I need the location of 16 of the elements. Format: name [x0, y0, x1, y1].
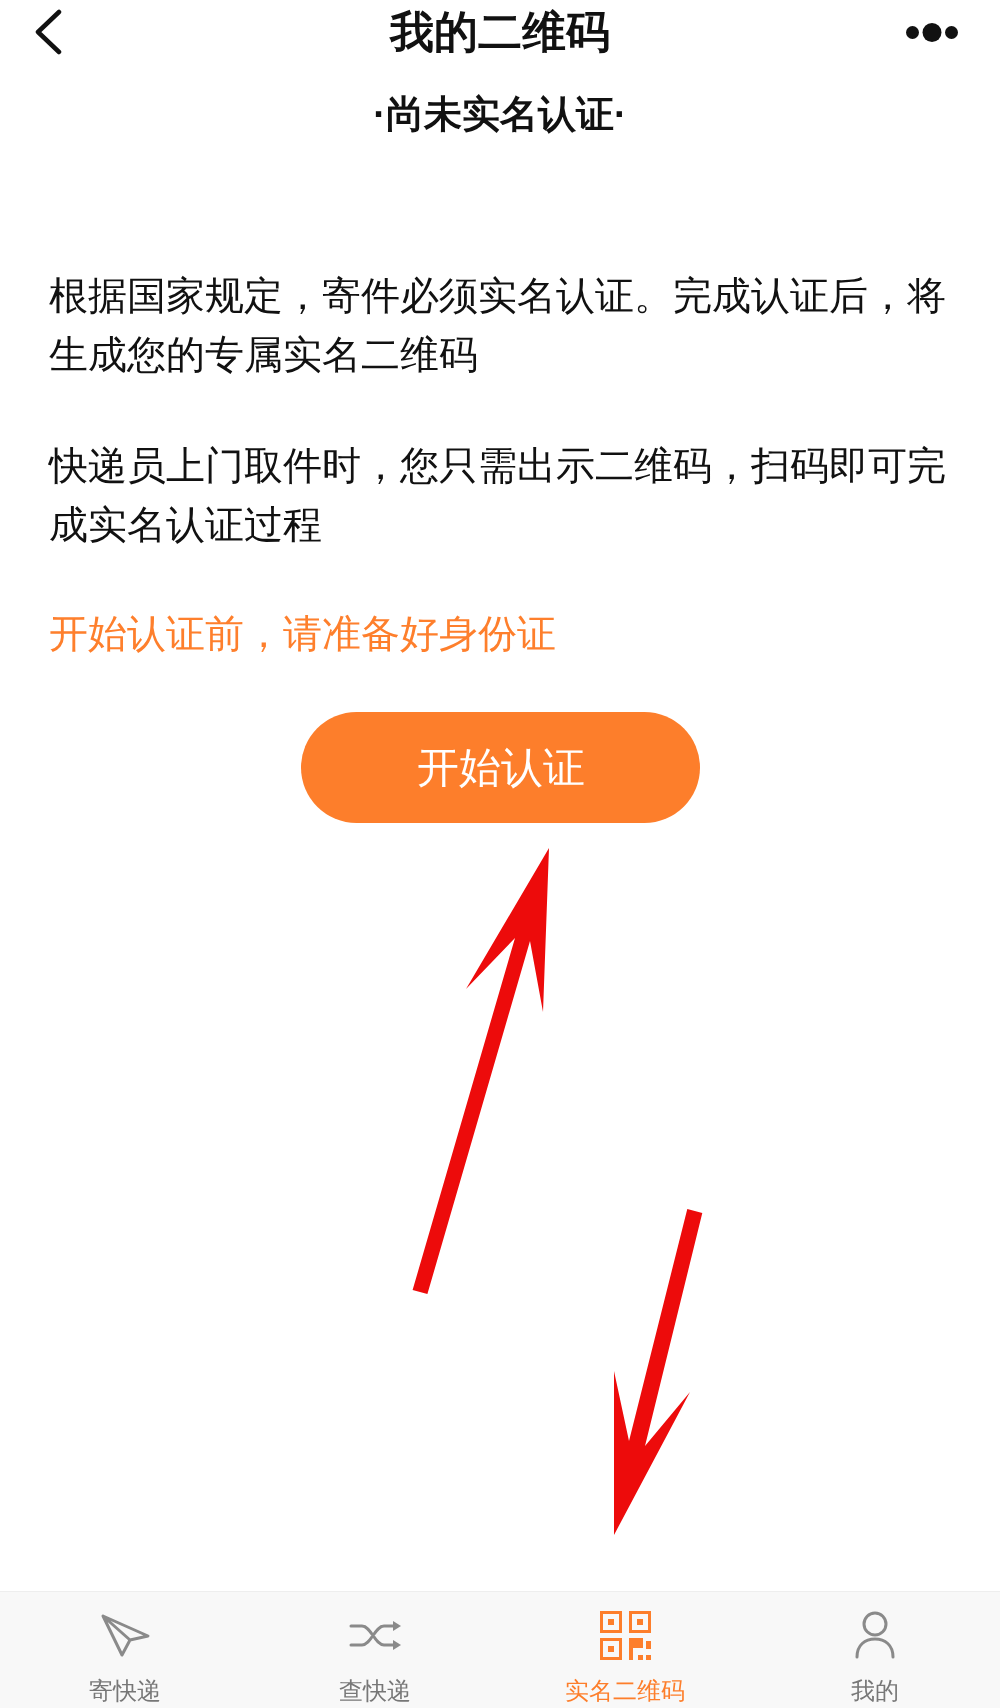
info-paragraph: 快递员上门取件时，您只需出示二维码，扫码即可完成实名认证过程: [49, 443, 947, 548]
page-title: 我的二维码: [390, 6, 610, 58]
back-icon[interactable]: [34, 9, 62, 55]
verification-status: ·尚未实名认证·: [373, 92, 627, 137]
tab-bar-item[interactable]: 查快递: [339, 1592, 411, 1708]
tab-bar-item[interactable]: 实名二维码: [565, 1592, 685, 1708]
qr-code-icon: [599, 1610, 651, 1660]
info-paragraph: 根据国家规定，寄件必须实名认证。完成认证后，将生成您的专属实名二维码: [49, 273, 947, 378]
tab-bar-item[interactable]: 寄快递: [89, 1592, 161, 1708]
notice-text: 开始认证前，请准备好身份证: [49, 611, 557, 657]
shuffle-icon: [348, 1620, 402, 1650]
start-verification-button[interactable]: 开始认证: [301, 712, 700, 823]
tab-bar-item[interactable]: 我的: [851, 1592, 899, 1708]
more-icon[interactable]: [906, 22, 958, 42]
paper-plane-icon: [99, 1612, 151, 1658]
person-icon: [854, 1611, 896, 1659]
